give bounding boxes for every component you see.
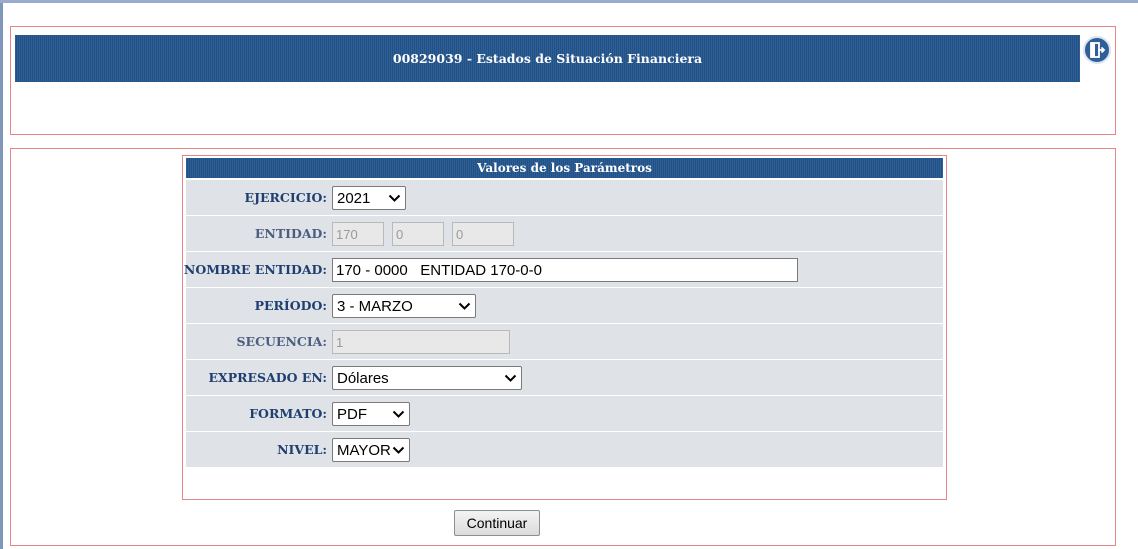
- nombre-entidad-value: 170 - 0000 ENTIDAD 170-0-0: [336, 261, 542, 279]
- ejercicio-label: EJERCICIO:: [244, 190, 327, 205]
- expresado-en-value: Dólares: [337, 369, 389, 387]
- chevron-down-icon: [504, 374, 517, 382]
- secuencia-field[interactable]: 1: [332, 330, 510, 354]
- nivel-label: NIVEL:: [277, 442, 327, 457]
- entidad-field-1[interactable]: 170: [332, 222, 384, 246]
- parameters-panel: Valores de los Parámetros EJERCICIO: 202…: [182, 155, 947, 500]
- entidad-value-3: 0: [456, 226, 464, 242]
- secuencia-label: SECUENCIA:: [236, 334, 327, 349]
- chevron-down-icon: [392, 446, 405, 454]
- ejercicio-select[interactable]: 2021: [332, 186, 406, 210]
- entidad-field-2[interactable]: 0: [392, 222, 444, 246]
- row-entidad: ENTIDAD: 170 0 0: [186, 215, 943, 251]
- entidad-label: ENTIDAD:: [254, 226, 327, 241]
- parameters-section: Valores de los Parámetros EJERCICIO: 202…: [10, 148, 1116, 546]
- expresado-en-label: EXPRESADO EN:: [208, 370, 327, 385]
- entidad-value-2: 0: [396, 226, 404, 242]
- nombre-entidad-label: NOMBRE ENTIDAD:: [183, 262, 327, 277]
- window-left-edge: [0, 0, 3, 549]
- chevron-down-icon: [388, 194, 401, 202]
- continuar-button[interactable]: Continuar: [454, 510, 540, 536]
- formato-select[interactable]: PDF: [332, 402, 410, 426]
- window-top-edge: [0, 0, 1138, 3]
- entidad-field-3[interactable]: 0: [452, 222, 514, 246]
- header-bar: 00829039 - Estados de Situación Financie…: [15, 35, 1080, 82]
- nivel-value: MAYOR: [337, 441, 391, 459]
- chevron-down-icon: [458, 302, 471, 310]
- exit-door-icon: [1090, 42, 1106, 58]
- exit-button[interactable]: [1083, 36, 1111, 64]
- row-ejercicio: EJERCICIO: 2021: [186, 179, 943, 215]
- row-nombre-entidad: NOMBRE ENTIDAD: 170 - 0000 ENTIDAD 170-0…: [183, 251, 943, 287]
- row-periodo: PERÍODO: 3 - MARZO: [186, 287, 943, 323]
- formato-value: PDF: [337, 405, 367, 423]
- periodo-select[interactable]: 3 - MARZO: [332, 294, 476, 318]
- periodo-value: 3 - MARZO: [337, 297, 413, 315]
- formato-label: FORMATO:: [249, 406, 327, 421]
- nivel-select[interactable]: MAYOR: [332, 438, 410, 462]
- row-nivel: NIVEL: MAYOR: [186, 431, 943, 467]
- row-expresado-en: EXPRESADO EN: Dólares: [186, 359, 943, 395]
- ejercicio-value: 2021: [337, 189, 371, 207]
- nombre-entidad-field[interactable]: 170 - 0000 ENTIDAD 170-0-0: [332, 258, 798, 282]
- row-secuencia: SECUENCIA: 1: [186, 323, 943, 359]
- header-section: 00829039 - Estados de Situación Financie…: [10, 26, 1116, 135]
- chevron-down-icon: [392, 410, 405, 418]
- panel-title-text: Valores de los Parámetros: [477, 161, 652, 175]
- entidad-value-1: 170: [336, 226, 358, 242]
- page-title: 00829039 - Estados de Situación Financie…: [392, 51, 703, 66]
- panel-title: Valores de los Parámetros: [186, 158, 943, 178]
- periodo-label: PERÍODO:: [254, 298, 327, 313]
- expresado-en-select[interactable]: Dólares: [332, 366, 522, 390]
- secuencia-value: 1: [336, 334, 344, 350]
- row-formato: FORMATO: PDF: [186, 395, 943, 431]
